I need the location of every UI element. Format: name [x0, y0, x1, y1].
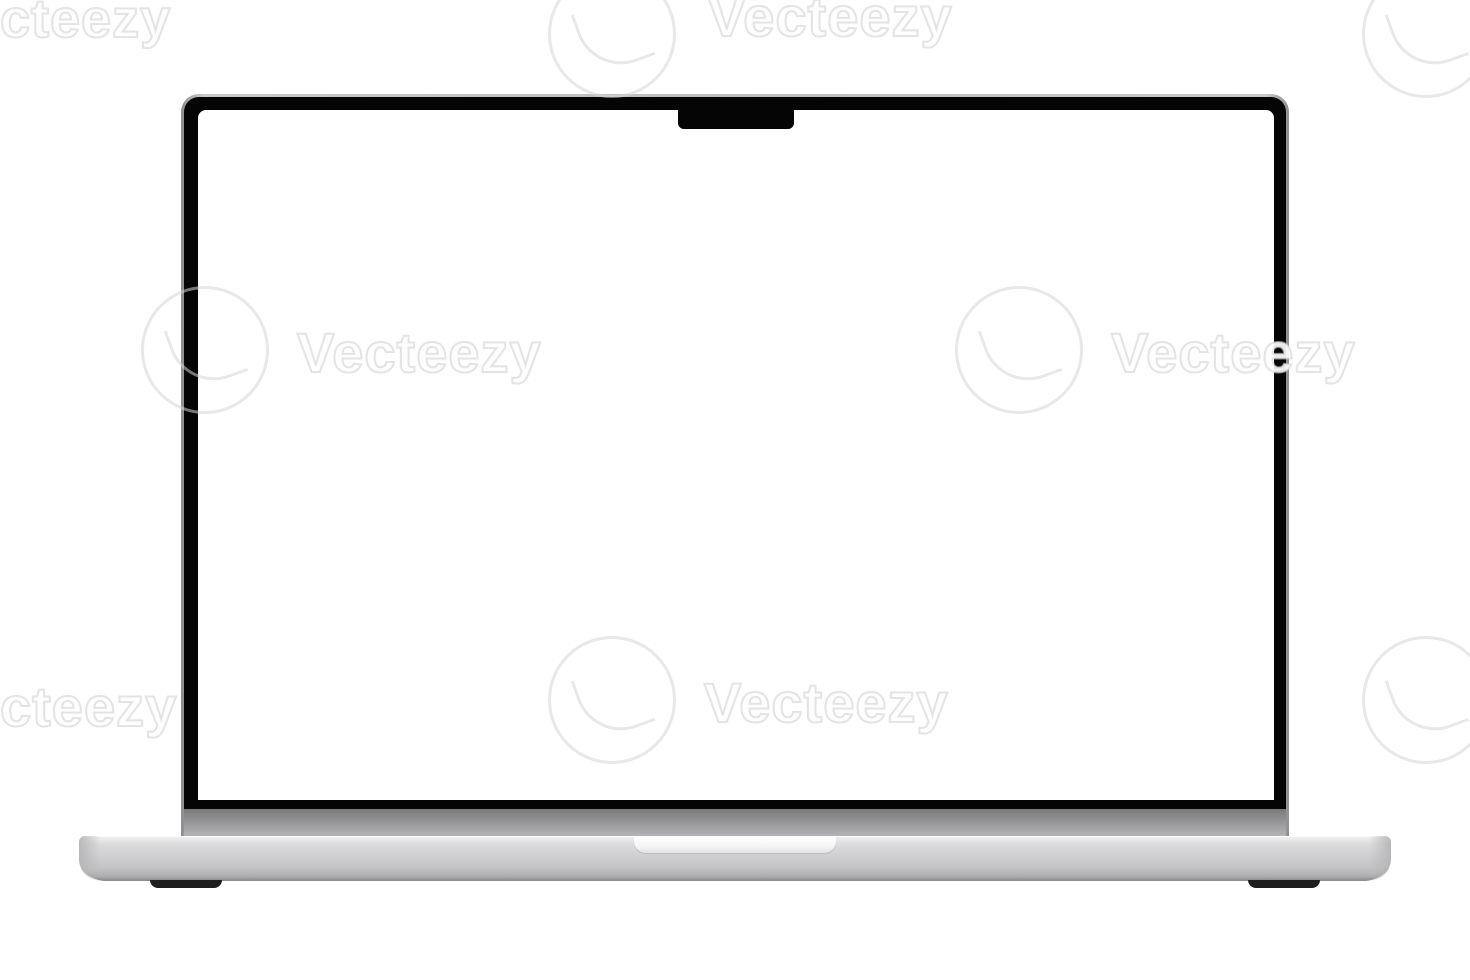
product-mockup-page: cteezy Vecteezy Vecteezy Vecteezy cteezy… [0, 0, 1470, 980]
base-right-edge [1369, 836, 1391, 881]
right-foot [1248, 880, 1320, 888]
laptop-screen [198, 110, 1274, 800]
laptop-mockup [0, 0, 1470, 980]
camera-notch [678, 107, 794, 129]
lid-chin [184, 809, 1286, 836]
left-foot [150, 880, 222, 888]
lid-thumb-notch [634, 837, 836, 853]
base-left-edge [79, 836, 101, 881]
